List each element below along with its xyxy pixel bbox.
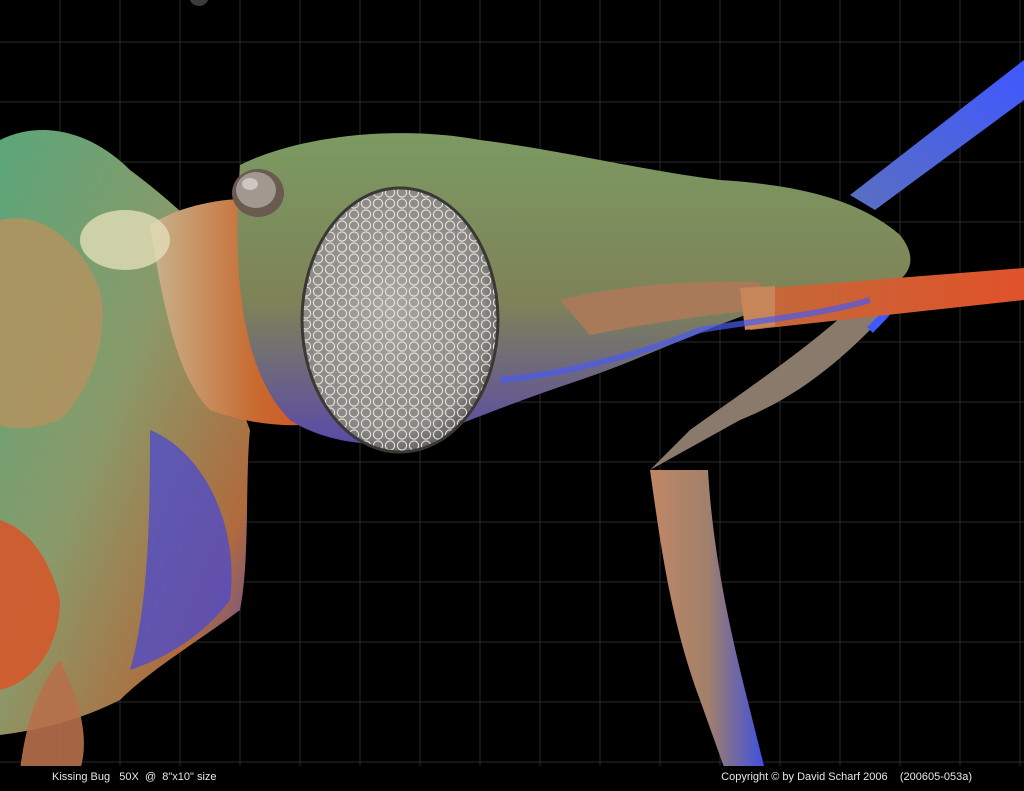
caption-title: Kissing Bug 50X @ 8"x10" size — [52, 771, 217, 783]
photo-stage: Kissing Bug 50X @ 8"x10" size Copyright … — [0, 0, 1024, 791]
caption-bar: Kissing Bug 50X @ 8"x10" size Copyright … — [0, 766, 1024, 791]
kissing-bug-micrograph — [0, 60, 1024, 770]
caption-copyright: Copyright © by David Scharf 2006 (200605… — [721, 771, 972, 783]
